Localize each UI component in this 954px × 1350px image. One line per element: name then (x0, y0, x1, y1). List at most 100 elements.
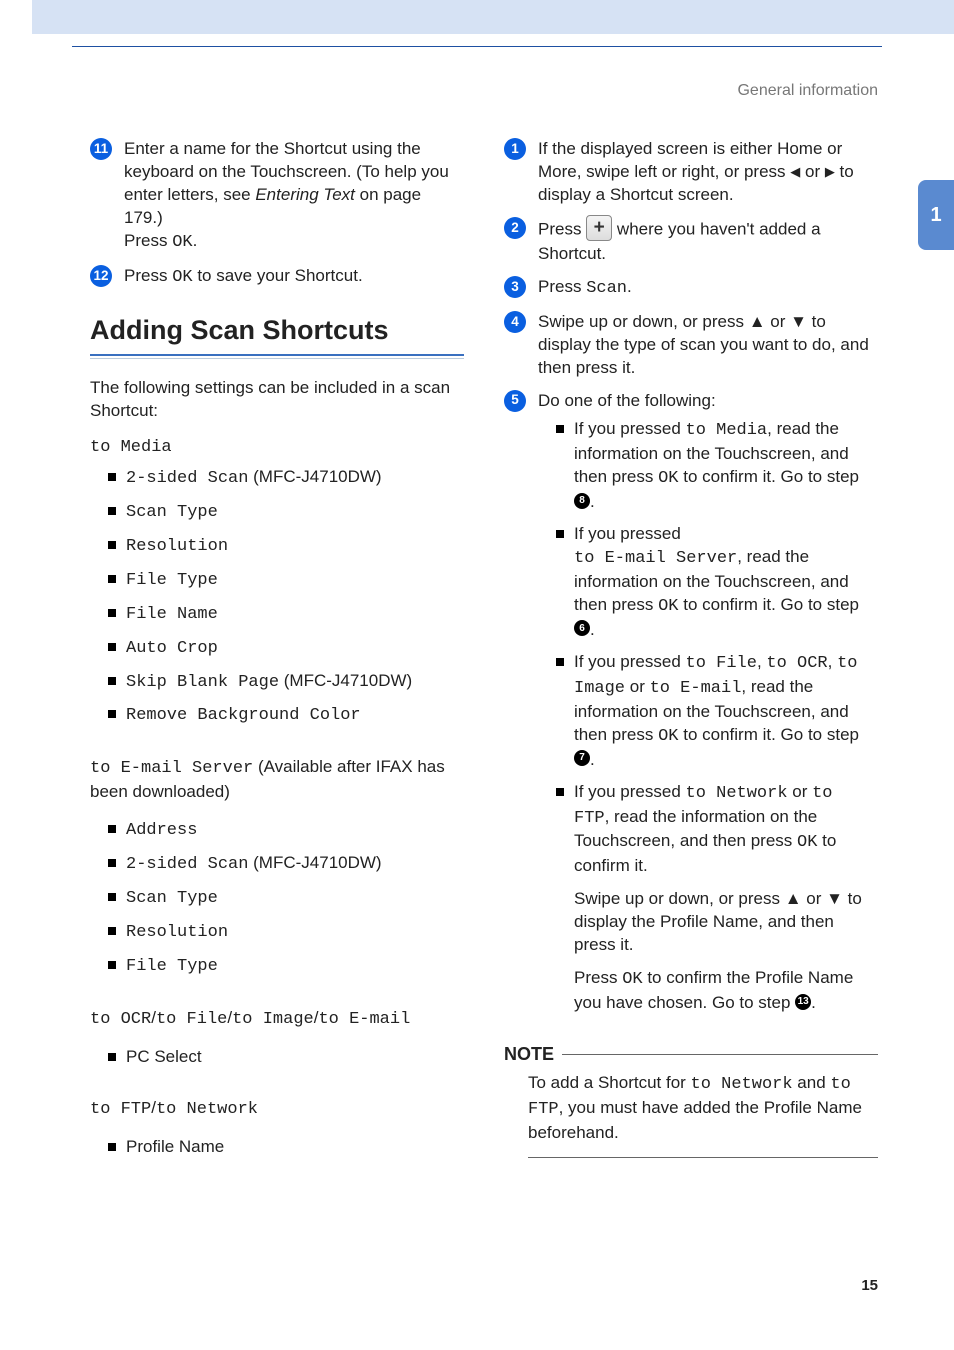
note-heading: NOTE (504, 1042, 878, 1066)
text: Do one of the following: (538, 390, 878, 413)
code: to OCR (766, 654, 827, 673)
code: Scan Type (126, 889, 218, 908)
link-entering-text: Entering Text (255, 185, 355, 204)
code: 2-sided Scan (126, 469, 248, 488)
step-badge-5: 5 (504, 390, 526, 412)
text: Press (538, 277, 586, 296)
text: If you pressed (574, 419, 686, 438)
list-item: Address (108, 818, 464, 843)
text: To add a Shortcut for (528, 1073, 691, 1092)
list-to-ftp: Profile Name (108, 1136, 464, 1159)
note-body: To add a Shortcut for to Network and to … (528, 1072, 878, 1158)
intro-paragraph: The following settings can be included i… (90, 377, 464, 423)
step-badge-4: 4 (504, 311, 526, 333)
list-item: If you pressed to Media, read the inform… (556, 418, 878, 514)
step-ref-7: 7 (574, 750, 590, 766)
step-badge-11: 11 (90, 138, 112, 160)
text: If you pressed (574, 782, 686, 801)
code: to E-mail Server (574, 549, 737, 568)
text: PC Select (126, 1047, 202, 1066)
content: 11 Enter a name for the Shortcut using t… (90, 138, 878, 1260)
code: to Media (686, 421, 768, 440)
code: to E-mail (318, 1010, 410, 1029)
text: If you pressed (574, 652, 686, 671)
step-ref-8: 8 (574, 493, 590, 509)
text: (MFC-J4710DW) (279, 671, 412, 690)
text: (MFC-J4710DW) (248, 467, 381, 486)
text: . (193, 231, 198, 250)
list-item: File Name (108, 602, 464, 627)
step-badge-3: 3 (504, 276, 526, 298)
text: Press (124, 266, 172, 285)
left-column: 11 Enter a name for the Shortcut using t… (90, 138, 464, 1260)
step-4: 4 Swipe up or down, or press ▲ or ▼ to d… (504, 311, 878, 380)
group-head-to-ftp: to FTP/to Network (90, 1097, 464, 1122)
code: 2-sided Scan (126, 855, 248, 874)
right-column: 1 If the displayed screen is either Home… (504, 138, 878, 1260)
code: Remove Background Color (126, 706, 361, 725)
list-item: If you pressed to E-mail Server, read th… (556, 523, 878, 642)
list-item: If you pressed to Network or to FTP, rea… (556, 781, 878, 1015)
text: to confirm it. Go to step (679, 467, 859, 486)
code: to E-mail Server (90, 759, 253, 778)
text: , read the information on the Touchscree… (574, 807, 817, 851)
code-ok: OK (658, 469, 678, 488)
list-item: PC Select (108, 1046, 464, 1069)
left-arrow-icon: ◀ (790, 164, 800, 179)
code: to Network (691, 1075, 793, 1094)
code-ok: OK (797, 833, 817, 852)
list-item: Scan Type (108, 886, 464, 911)
section-label: General information (737, 82, 878, 100)
page-number: 15 (861, 1277, 878, 1294)
step-11: 11 Enter a name for the Shortcut using t… (90, 138, 464, 255)
step-ref-6: 6 (574, 620, 590, 636)
list-item: Profile Name (108, 1136, 464, 1159)
list-item: Resolution (108, 920, 464, 945)
note-label: NOTE (504, 1042, 554, 1066)
header-rule (72, 46, 882, 47)
code: File Type (126, 571, 218, 590)
text: (MFC-J4710DW) (248, 853, 381, 872)
list-item: Scan Type (108, 500, 464, 525)
right-arrow-icon: ▶ (825, 164, 835, 179)
code: File Type (126, 957, 218, 976)
text: Press (538, 219, 586, 238)
code-scan: Scan (586, 279, 627, 298)
list-item: File Type (108, 954, 464, 979)
code: to E-mail (650, 679, 742, 698)
text: Press (574, 968, 622, 987)
note-rule (562, 1054, 878, 1055)
group-head-to-ocr: to OCR/to File/to Image/to E-mail (90, 1007, 464, 1032)
text: or (800, 162, 825, 181)
step-12: 12 Press OK to save your Shortcut. (90, 265, 464, 290)
code: to File (156, 1010, 227, 1029)
heading-rule (90, 354, 464, 359)
code: to Network (686, 784, 788, 803)
text: , you must have added the Profile Name b… (528, 1098, 862, 1142)
list-item: Remove Background Color (108, 703, 464, 728)
text: Press OK to confirm the Profile Name you… (574, 967, 878, 1015)
top-band (32, 0, 954, 34)
step-2: 2 Press + where you haven't added a Shor… (504, 217, 878, 266)
text: to confirm it. Go to step (679, 595, 859, 614)
text: Press (124, 231, 172, 250)
text: . (627, 277, 632, 296)
step-ref-13: 13 (795, 994, 811, 1010)
list-item: File Type (108, 568, 464, 593)
list-to-media: 2-sided Scan (MFC-J4710DW) Scan Type Resol… (108, 466, 464, 729)
step-3: 3 Press Scan. (504, 276, 878, 301)
heading-adding-scan-shortcuts: Adding Scan Shortcuts (90, 312, 464, 348)
step-badge-12: 12 (90, 265, 112, 287)
chapter-tab: 1 (918, 180, 954, 250)
code: to File (686, 654, 757, 673)
code: to Network (156, 1100, 258, 1119)
list-item: Resolution (108, 534, 464, 559)
code-ok: OK (658, 597, 678, 616)
code: to FTP (90, 1100, 151, 1119)
step-1: 1 If the displayed screen is either Home… (504, 138, 878, 207)
text: Swipe up or down, or press ▲ or ▼ to dis… (538, 311, 878, 380)
code-ok: OK (172, 268, 192, 287)
text: to confirm it. Go to step (679, 725, 859, 744)
list-to-ocr: PC Select (108, 1046, 464, 1069)
code-ok: OK (658, 727, 678, 746)
